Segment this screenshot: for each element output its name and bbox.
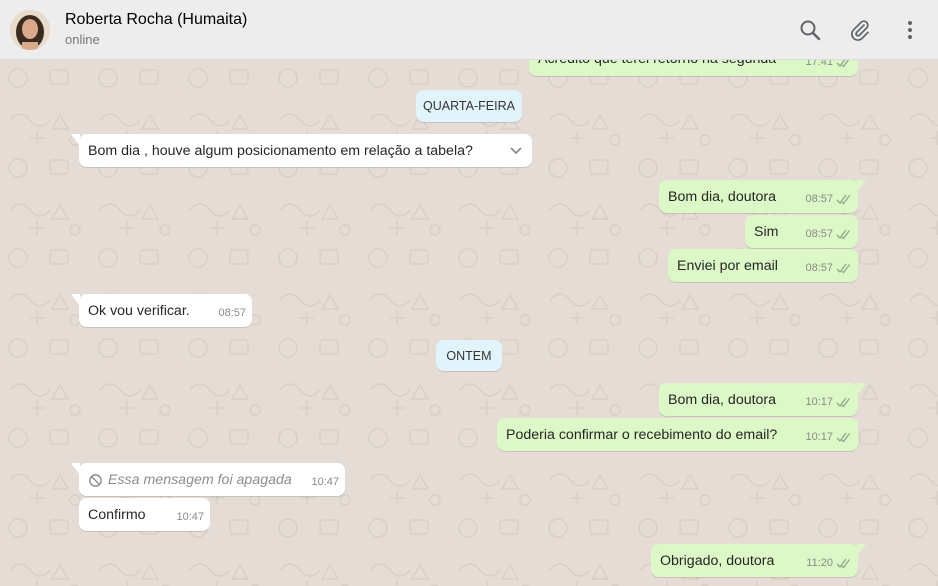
header-actions bbox=[772, 18, 922, 42]
message-time: 08:57 bbox=[805, 228, 833, 240]
message-meta: 08:57 bbox=[218, 304, 246, 323]
contact-info[interactable]: Roberta Rocha (Humaita) online bbox=[65, 9, 247, 50]
message-text: Acredito que terei retorno na segunda bbox=[538, 60, 776, 69]
message-text: Bom dia , houve algum posicionamento em … bbox=[88, 143, 473, 159]
message-time: 10:17 bbox=[805, 396, 833, 408]
message-text: Enviei por email bbox=[677, 258, 778, 274]
message-meta: 10:47 bbox=[176, 508, 204, 527]
message-text: Essa mensagem foi apagada bbox=[108, 472, 292, 488]
message-text: Poderia confirmar o recebimento do email… bbox=[506, 427, 778, 443]
menu-icon[interactable] bbox=[898, 18, 922, 42]
message-meta: 17:41 bbox=[805, 60, 852, 72]
chat-header: Roberta Rocha (Humaita) online bbox=[0, 0, 938, 60]
message-outgoing[interactable]: Obrigado, doutora 11:20 bbox=[651, 544, 866, 577]
message-time: 10:47 bbox=[311, 476, 339, 488]
message-text: Confirmo bbox=[88, 507, 146, 523]
message-outgoing[interactable]: Sim 08:57 bbox=[745, 215, 858, 248]
message-incoming[interactable]: Confirmo 10:47 bbox=[79, 498, 210, 531]
message-time: 08:57 bbox=[805, 262, 833, 274]
message-incoming[interactable]: Ok vou verificar. 08:57 bbox=[71, 294, 252, 327]
message-meta: 10:47 bbox=[311, 473, 339, 492]
message-incoming[interactable]: Bom dia , houve algum posicionamento em … bbox=[71, 134, 532, 167]
date-divider: QUARTA-FEIRA bbox=[416, 90, 522, 122]
read-ticks-icon bbox=[836, 263, 851, 274]
message-time: 08:57 bbox=[805, 193, 833, 205]
read-ticks-icon bbox=[836, 60, 850, 68]
message-time: 17:41 bbox=[805, 60, 833, 68]
message-meta: 08:57 bbox=[805, 190, 852, 209]
message-time: 08:57 bbox=[218, 307, 246, 319]
read-ticks-icon bbox=[836, 432, 851, 443]
contact-status: online bbox=[65, 32, 100, 47]
chat-panel[interactable]: Acredito que terei retorno na segunda 17… bbox=[0, 60, 938, 586]
message-meta: 08:57 bbox=[805, 259, 852, 278]
search-icon[interactable] bbox=[798, 18, 822, 42]
read-ticks-icon bbox=[836, 397, 851, 408]
read-ticks-icon bbox=[836, 194, 851, 205]
message-time: 11:20 bbox=[806, 557, 833, 569]
deleted-message: Essa mensagem foi apagada bbox=[88, 471, 292, 490]
contact-name: Roberta Rocha (Humaita) bbox=[65, 11, 248, 28]
message-outgoing[interactable]: Enviei por email 08:57 bbox=[668, 249, 858, 282]
message-text: Bom dia, doutora bbox=[668, 392, 777, 408]
message-incoming-deleted[interactable]: Essa mensagem foi apagada 10:47 bbox=[71, 463, 345, 496]
message-outgoing[interactable]: Poderia confirmar o recebimento do email… bbox=[497, 418, 858, 451]
message-time: 10:17 bbox=[805, 431, 833, 443]
message-text: Ok vou verificar. bbox=[88, 303, 190, 319]
message-meta: 11:20 bbox=[806, 554, 852, 573]
message-time: 10:47 bbox=[176, 511, 204, 523]
date-divider: ONTEM bbox=[436, 340, 502, 371]
message-meta: 08:57 bbox=[805, 225, 852, 244]
message-meta: 10:17 bbox=[805, 428, 852, 447]
message-outgoing[interactable]: Acredito que terei retorno na segunda 17… bbox=[529, 60, 858, 76]
message-text: Sim bbox=[754, 224, 779, 240]
contact-avatar[interactable] bbox=[10, 9, 50, 50]
attach-icon[interactable] bbox=[848, 18, 872, 42]
message-text: Obrigado, doutora bbox=[660, 553, 775, 569]
read-ticks-icon bbox=[836, 558, 851, 569]
message-outgoing[interactable]: Bom dia, doutora 08:57 bbox=[659, 180, 866, 213]
blocked-icon bbox=[89, 474, 102, 487]
read-ticks-icon bbox=[836, 229, 851, 240]
message-meta: 10:17 bbox=[805, 393, 852, 412]
message-outgoing[interactable]: Bom dia, doutora 10:17 bbox=[659, 383, 866, 416]
message-text: Bom dia, doutora bbox=[668, 189, 777, 205]
chevron-down-icon[interactable] bbox=[508, 142, 524, 158]
